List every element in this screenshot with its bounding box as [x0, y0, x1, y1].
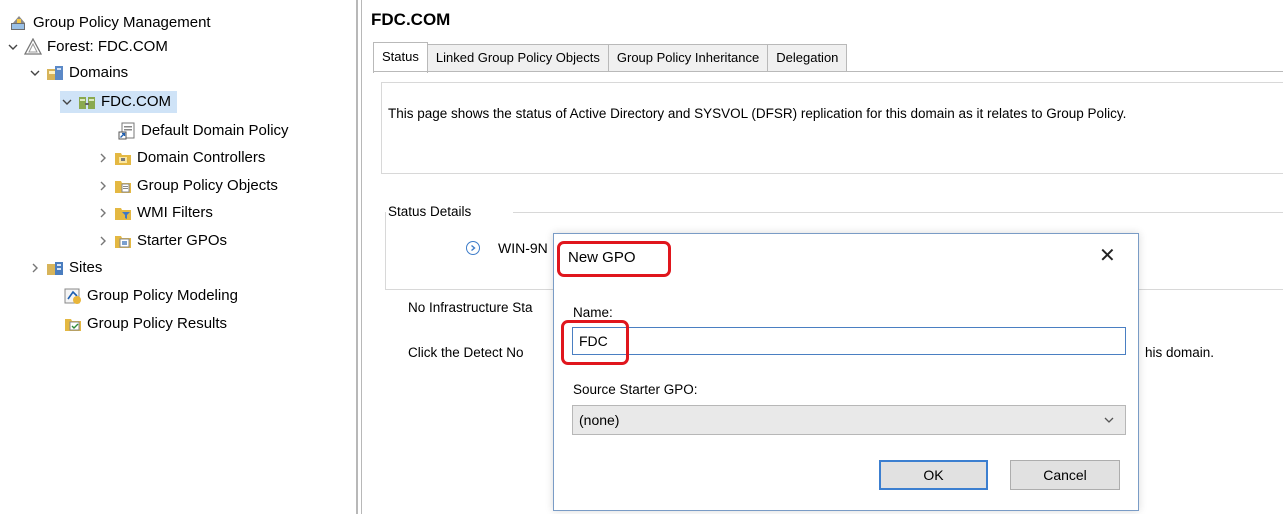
chevron-down-icon[interactable]	[60, 95, 74, 109]
modeling-icon	[64, 287, 82, 305]
console-tree: Group Policy Management Forest: FDC.COM …	[0, 0, 345, 514]
tab-status[interactable]: Status	[373, 42, 428, 73]
detect-now-text: Click the Detect No	[408, 345, 524, 360]
starter-folder-icon	[114, 232, 132, 250]
chevron-down-icon	[1103, 413, 1115, 429]
select-value: (none)	[579, 412, 620, 428]
tab-linked-gpos[interactable]: Linked Group Policy Objects	[426, 44, 609, 71]
page-title: FDC.COM	[371, 10, 451, 29]
tree-label: Group Policy Management	[33, 14, 211, 31]
tree-label: Domains	[69, 64, 129, 81]
results-icon	[64, 315, 82, 333]
tree-node-starter-gpos[interactable]: Starter GPOs	[96, 230, 227, 252]
source-starter-select[interactable]: (none)	[572, 405, 1126, 435]
tree-node-forest[interactable]: Forest: FDC.COM	[6, 36, 168, 58]
tree-node-domain-controllers[interactable]: Domain Controllers	[96, 147, 265, 169]
cancel-button[interactable]: Cancel	[1010, 460, 1120, 490]
tree-node-sites[interactable]: Sites	[28, 257, 102, 279]
tree-label: WMI Filters	[137, 204, 213, 221]
chevron-right-icon[interactable]	[96, 179, 110, 193]
tree-label: Group Policy Modeling	[87, 287, 238, 304]
tab-delegation[interactable]: Delegation	[767, 44, 848, 71]
tree-label: Group Policy Results	[87, 315, 228, 332]
tree-node-domains[interactable]: Domains	[28, 62, 128, 84]
tree-node-default-domain-policy[interactable]: Default Domain Policy	[118, 120, 289, 142]
pane-divider	[361, 0, 362, 514]
chevron-right-icon[interactable]	[28, 261, 42, 275]
status-details-title: Status Details	[388, 204, 476, 219]
highlight-dialog-title	[557, 241, 671, 277]
domain-controller-name: WIN-9N	[498, 240, 548, 256]
pane-splitter[interactable]	[356, 0, 358, 514]
tab-underline	[373, 71, 1283, 72]
forest-icon	[23, 37, 43, 56]
gpo-folder-icon	[114, 177, 132, 195]
wmi-folder-icon	[114, 204, 132, 222]
name-label: Name:	[573, 305, 613, 320]
ok-button[interactable]: OK	[879, 460, 988, 490]
highlight-name-value	[561, 320, 629, 365]
name-input[interactable]	[572, 327, 1126, 355]
chevron-down-icon[interactable]	[6, 40, 20, 54]
tree-node-gpo-container[interactable]: Group Policy Objects	[96, 175, 278, 197]
sites-icon	[46, 259, 64, 277]
detect-now-text-tail: his domain.	[1145, 345, 1215, 360]
domain-icon	[78, 93, 96, 111]
chevron-right-icon[interactable]	[96, 234, 110, 248]
tree-label: Forest: FDC.COM	[47, 38, 168, 55]
tree-label: Sites	[69, 259, 103, 276]
source-starter-label: Source Starter GPO:	[573, 382, 698, 397]
expand-icon[interactable]	[466, 241, 480, 255]
description-box	[381, 82, 1283, 174]
chevron-right-icon[interactable]	[96, 151, 110, 165]
tree-label: Domain Controllers	[137, 149, 266, 166]
status-description: This page shows the status of Active Dir…	[388, 106, 1127, 121]
group-border-left	[385, 212, 386, 290]
tree-label: Default Domain Policy	[141, 122, 289, 139]
tree-node-gpm[interactable]: Group Policy Management	[10, 12, 211, 34]
tree-node-gp-results[interactable]: Group Policy Results	[64, 313, 227, 335]
tree-label: Starter GPOs	[137, 232, 228, 249]
tab-strip: Status Linked Group Policy Objects Group…	[373, 42, 848, 73]
infrastructure-status-text: No Infrastructure Sta	[408, 300, 533, 315]
tree-node-domain-fdc[interactable]: FDC.COM	[60, 91, 177, 113]
group-border-top	[513, 212, 1283, 213]
ou-folder-icon	[114, 149, 132, 167]
chevron-down-icon[interactable]	[28, 66, 42, 80]
close-icon[interactable]: ✕	[1099, 246, 1116, 266]
tree-label: Group Policy Objects	[137, 177, 278, 194]
tree-label: FDC.COM	[101, 93, 171, 110]
gpo-link-icon	[118, 122, 136, 140]
gpm-icon	[10, 14, 28, 32]
tab-gp-inheritance[interactable]: Group Policy Inheritance	[607, 44, 769, 71]
tree-node-gp-modeling[interactable]: Group Policy Modeling	[64, 285, 238, 307]
tree-node-wmi-filters[interactable]: WMI Filters	[96, 202, 213, 224]
chevron-right-icon[interactable]	[96, 206, 110, 220]
domains-icon	[46, 64, 64, 82]
